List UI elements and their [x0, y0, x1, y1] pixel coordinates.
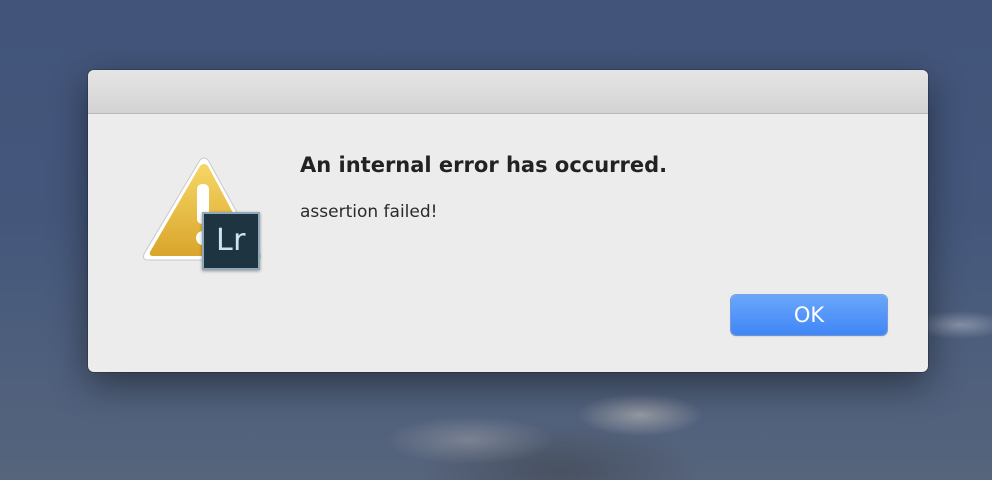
- lightroom-app-icon: Lr: [202, 212, 260, 270]
- ok-button[interactable]: OK: [731, 295, 887, 335]
- app-badge-label: Lr: [215, 223, 247, 258]
- alert-dialog: Lr An internal error has occurred. asser…: [88, 70, 928, 372]
- dialog-heading: An internal error has occurred.: [300, 153, 668, 177]
- dialog-titlebar[interactable]: [88, 70, 928, 114]
- dialog-message: assertion failed!: [300, 202, 438, 222]
